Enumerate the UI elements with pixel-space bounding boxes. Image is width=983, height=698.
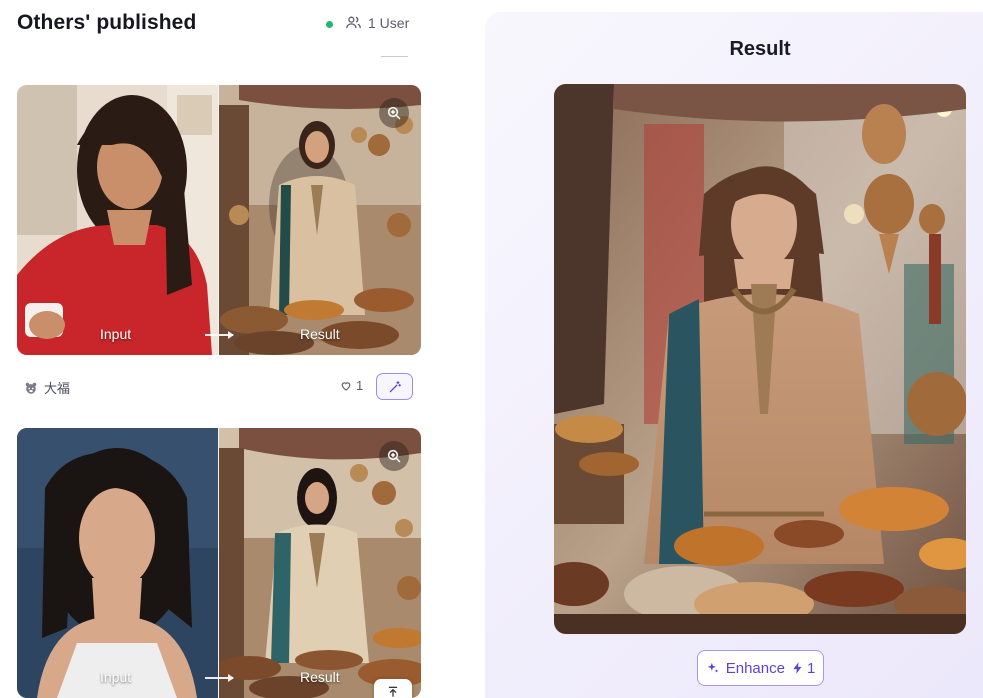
arrow-right-icon <box>205 674 234 682</box>
feed-title: Others' published <box>17 11 197 34</box>
published-feed: Others' published 1 User Input Result 大福… <box>0 0 440 698</box>
users-count: 1 User <box>368 14 410 31</box>
enhance-cost-value: 1 <box>806 659 816 677</box>
zoom-button[interactable] <box>379 441 409 471</box>
heart-icon <box>341 381 351 391</box>
result-title: Result <box>729 38 791 60</box>
scroll-indicator <box>381 56 408 57</box>
zoom-button[interactable] <box>379 98 409 128</box>
avatar-icon <box>25 382 37 394</box>
enhance-label: Enhance <box>725 659 785 677</box>
published-card[interactable]: Input Result <box>17 428 421 698</box>
online-indicator <box>326 21 333 28</box>
published-card[interactable]: Input Result <box>17 85 421 355</box>
online-users: 1 User <box>345 14 409 31</box>
enhance-cost: 1 <box>791 660 815 677</box>
enhance-button[interactable]: Enhance 1 <box>697 650 824 686</box>
result-caption: Result <box>300 326 340 342</box>
like-button[interactable]: 1 <box>340 378 363 393</box>
users-icon <box>346 16 361 29</box>
bolt-icon <box>793 662 802 674</box>
input-image <box>17 85 218 355</box>
input-caption: Input <box>100 326 132 342</box>
result-image-large[interactable] <box>554 84 966 634</box>
magic-wand-icon <box>389 380 401 392</box>
result-panel: Result Enhance 1 <box>485 12 983 698</box>
app-page: Others' published 1 User Input Result 大福… <box>0 0 983 698</box>
author[interactable]: 大福 <box>24 378 70 397</box>
use-template-button[interactable] <box>376 373 413 400</box>
scroll-top-button[interactable] <box>374 679 412 698</box>
input-image <box>17 428 218 698</box>
zoom-in-icon <box>387 106 401 120</box>
scroll-top-icon <box>388 686 398 697</box>
sparkle-icon <box>707 662 718 673</box>
author-name: 大福 <box>44 381 71 396</box>
result-caption: Result <box>300 669 340 685</box>
input-caption: Input <box>100 669 132 685</box>
card-meta: 大福 1 <box>17 372 421 400</box>
arrow-right-icon <box>205 331 234 339</box>
zoom-in-icon <box>387 449 401 463</box>
like-count: 1 <box>356 378 364 393</box>
